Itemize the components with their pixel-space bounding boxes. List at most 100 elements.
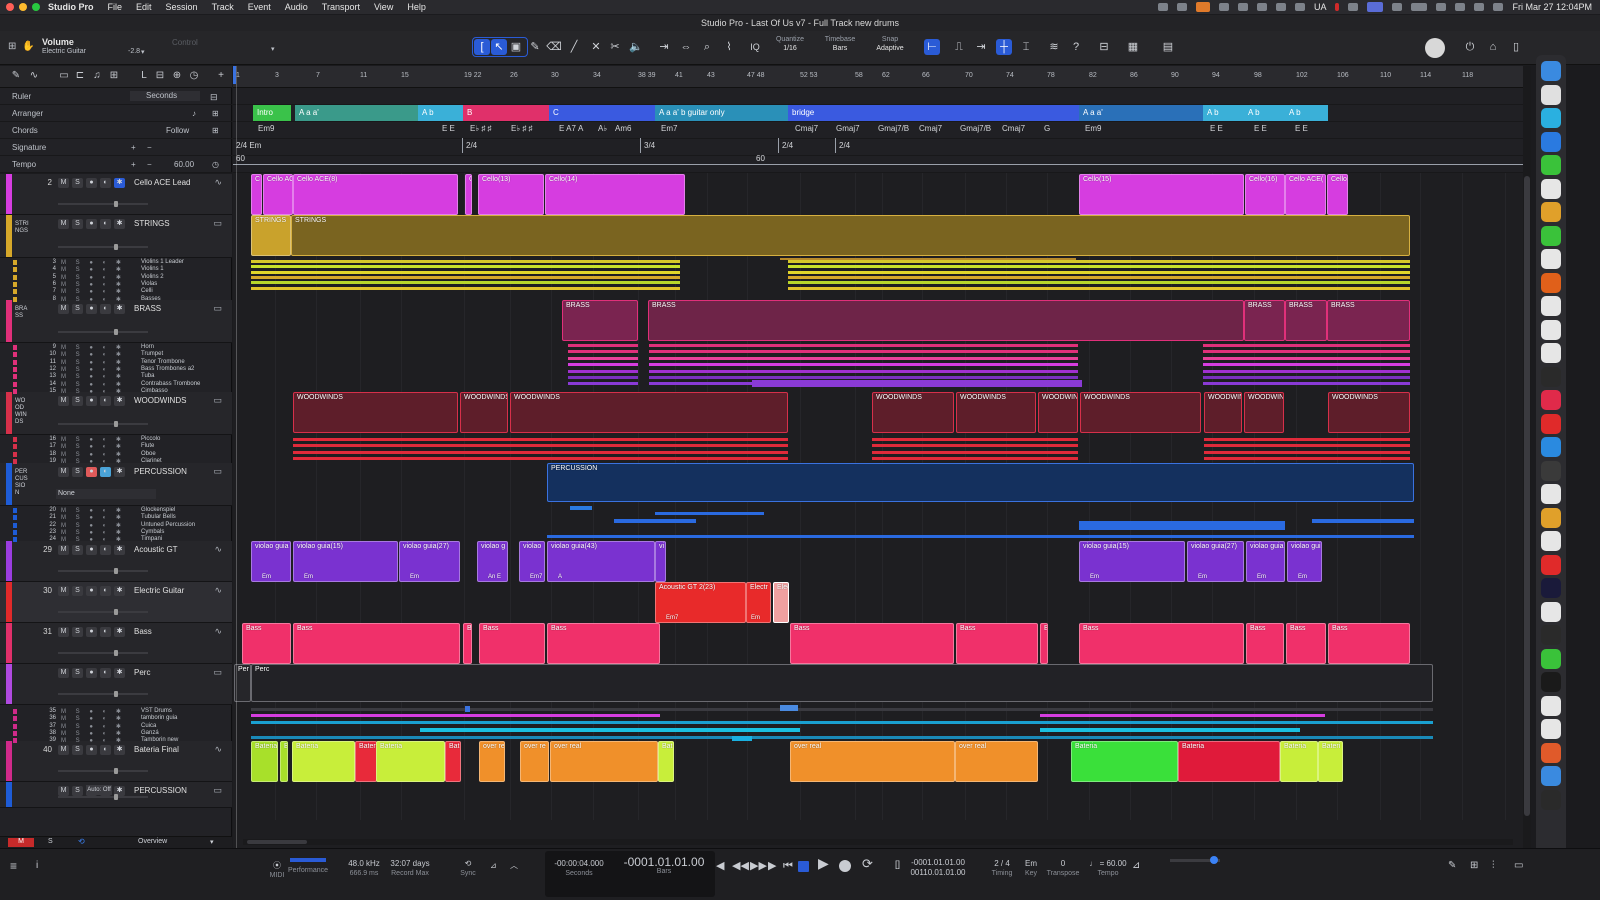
eraser-tool-icon[interactable]: ⌫ (546, 39, 562, 55)
volume-icon[interactable] (1392, 3, 1403, 11)
folder-icon[interactable]: ⊏ (74, 70, 86, 82)
status-icon[interactable] (1195, 2, 1210, 12)
woodwinds-folder-clip[interactable]: WOODWIN (1038, 392, 1078, 433)
fader-knob[interactable] (114, 421, 118, 427)
menu-view[interactable]: View (374, 2, 393, 12)
app-icon[interactable] (1541, 719, 1561, 739)
bass-clip[interactable]: Bass (1079, 623, 1244, 664)
woodwinds-folder-clip[interactable]: WOODWINDS (1080, 392, 1201, 433)
sync-icon[interactable]: ⟲ (78, 837, 85, 846)
zoom-tool-icon[interactable]: ⌕ (699, 39, 715, 55)
chord-label[interactable]: Em9 (1085, 124, 1101, 133)
chord-label[interactable]: E♭ ♯ ♯ (470, 124, 492, 133)
solo-button[interactable]: S (72, 586, 83, 596)
drum-clip[interactable]: Bateria (1280, 741, 1318, 782)
acoustic-gt-clip[interactable]: violao g An E (477, 541, 508, 582)
track-type-icon[interactable]: ▭ (213, 303, 222, 314)
bass-clip[interactable]: Bass (1040, 623, 1048, 664)
woodwinds-folder-clip[interactable]: WOODWINDS (460, 392, 508, 433)
split-at-icon[interactable]: ⌶ (1018, 39, 1034, 55)
messages-icon[interactable] (1541, 155, 1561, 175)
volume-fader[interactable] (58, 794, 148, 800)
cursor-follow-icon[interactable]: ┼ (996, 39, 1012, 55)
brass-folder-clip[interactable]: BRASS (1244, 300, 1285, 341)
calendar-icon[interactable] (1541, 178, 1561, 199)
time-seconds[interactable]: -00:00:04.000 Seconds (548, 859, 610, 879)
status-icon[interactable] (1218, 3, 1229, 11)
sub-track-row[interactable]: 35 M S ● ◐ ✱ VST Drums (0, 708, 232, 715)
chord-label[interactable]: Cmaj7 (919, 124, 942, 133)
automation-mode[interactable]: Auto: Off (86, 785, 112, 795)
menu-event[interactable]: Event (248, 2, 271, 12)
app-icon[interactable] (1541, 319, 1561, 340)
arranger-section[interactable]: A b (1285, 105, 1328, 121)
monitor-button[interactable]: ◐ (100, 396, 111, 406)
drum-clip[interactable]: over real (955, 741, 1038, 782)
fader-knob[interactable] (114, 691, 118, 697)
solo-button[interactable]: S (72, 219, 83, 229)
inspector-icon[interactable]: ▭ (58, 70, 70, 82)
chord-label[interactable]: Gmaj7/B (960, 124, 991, 133)
chevron-up-icon[interactable]: ︿ (510, 861, 518, 871)
pencil-tool-icon[interactable]: ✎ (527, 39, 543, 55)
chord-label[interactable]: E E (442, 124, 455, 133)
app-icon[interactable] (1541, 742, 1561, 763)
track-type-icon[interactable]: ∿ (214, 626, 222, 637)
record-max[interactable]: 32:07 days Record Max (387, 859, 433, 879)
freeze-icon[interactable]: ✱ (114, 668, 125, 678)
chords-follow[interactable]: Follow (166, 126, 189, 135)
strings-folder-clip[interactable]: STRINGS (251, 215, 291, 256)
bass-clip[interactable]: Bass (479, 623, 545, 664)
volume-fader[interactable] (58, 691, 148, 697)
sub-track-row[interactable]: 36 M S ● ◐ ✱ tamborin guia (0, 715, 232, 722)
search-icon[interactable] (1455, 3, 1466, 11)
woodwinds-folder-clip[interactable]: WOODWINDS (1328, 392, 1410, 433)
mute-button[interactable]: M (58, 467, 69, 477)
iq-icon[interactable]: IQ (747, 39, 763, 55)
monitor-button[interactable]: ◐ (100, 586, 111, 596)
safari-icon[interactable] (1541, 84, 1561, 105)
status-icon[interactable] (1294, 3, 1305, 11)
track-header[interactable]: STRINGS M S ● ◐ ✱ STRINGS ▭ (0, 215, 232, 258)
sub-track-buttons[interactable]: M S ● ◐ ✱ (61, 723, 125, 730)
track-header[interactable]: MS●◐✱PERCUSSION▭Auto: Off (0, 782, 232, 808)
freeze-icon[interactable]: ✱ (114, 745, 125, 755)
volume-knob[interactable] (1210, 856, 1218, 864)
sub-track-row[interactable]: 16 M S ● ◐ ✱ Piccolo (0, 436, 232, 443)
stretch-tool-icon[interactable]: ⇔ (678, 39, 694, 55)
app-icon[interactable] (1541, 766, 1561, 786)
cello-clip[interactable]: Cello (1327, 174, 1348, 215)
track-type-icon[interactable]: ▭ (213, 667, 222, 678)
solo-button[interactable]: S (72, 396, 83, 406)
cello-clip[interactable]: C (251, 174, 262, 215)
volume-fader[interactable] (58, 201, 148, 207)
bass-clip[interactable]: Bass (1286, 623, 1326, 664)
transpose-display[interactable]: 0 Transpose (1044, 859, 1082, 879)
monitor-button[interactable]: ◐ (100, 745, 111, 755)
sub-track-buttons[interactable]: M S ● ◐ ✱ (61, 359, 125, 366)
acoustic-gt-clip[interactable]: violao Em7 (519, 541, 545, 582)
bass-clip[interactable]: Bass (463, 623, 472, 664)
fader-knob[interactable] (114, 794, 118, 800)
record-arm-button[interactable]: ● (86, 396, 97, 406)
drum-clip[interactable]: over real (790, 741, 955, 782)
capcut-icon[interactable] (1541, 672, 1561, 692)
brass-folder-clip[interactable]: BRASS (1285, 300, 1327, 341)
menu-edit[interactable]: Edit (136, 2, 152, 12)
fader-knob[interactable] (114, 201, 118, 207)
app-icon[interactable] (1541, 601, 1561, 622)
playhead[interactable] (236, 66, 237, 848)
list-icon[interactable]: L (138, 70, 150, 82)
return-zero-icon[interactable]: ⏮ (783, 861, 793, 872)
solo-button[interactable]: S (72, 745, 83, 755)
drum-clip[interactable]: over real (550, 741, 658, 782)
record-arm-button[interactable]: ● (86, 586, 97, 596)
record-arm-button[interactable]: ● (86, 219, 97, 229)
param-value[interactable]: -2.8 (128, 48, 140, 55)
ruler-icon[interactable]: ⊟ (210, 92, 218, 103)
sub-track-row[interactable]: 38 M S ● ◐ ✱ Ganzá (0, 730, 232, 737)
paint-tool-icon[interactable]: ╱ (566, 39, 582, 55)
drum-clip[interactable]: Bat (445, 741, 461, 782)
woodwinds-folder-clip[interactable]: WOODWIN (1244, 392, 1284, 433)
status-icon[interactable] (1348, 3, 1359, 11)
